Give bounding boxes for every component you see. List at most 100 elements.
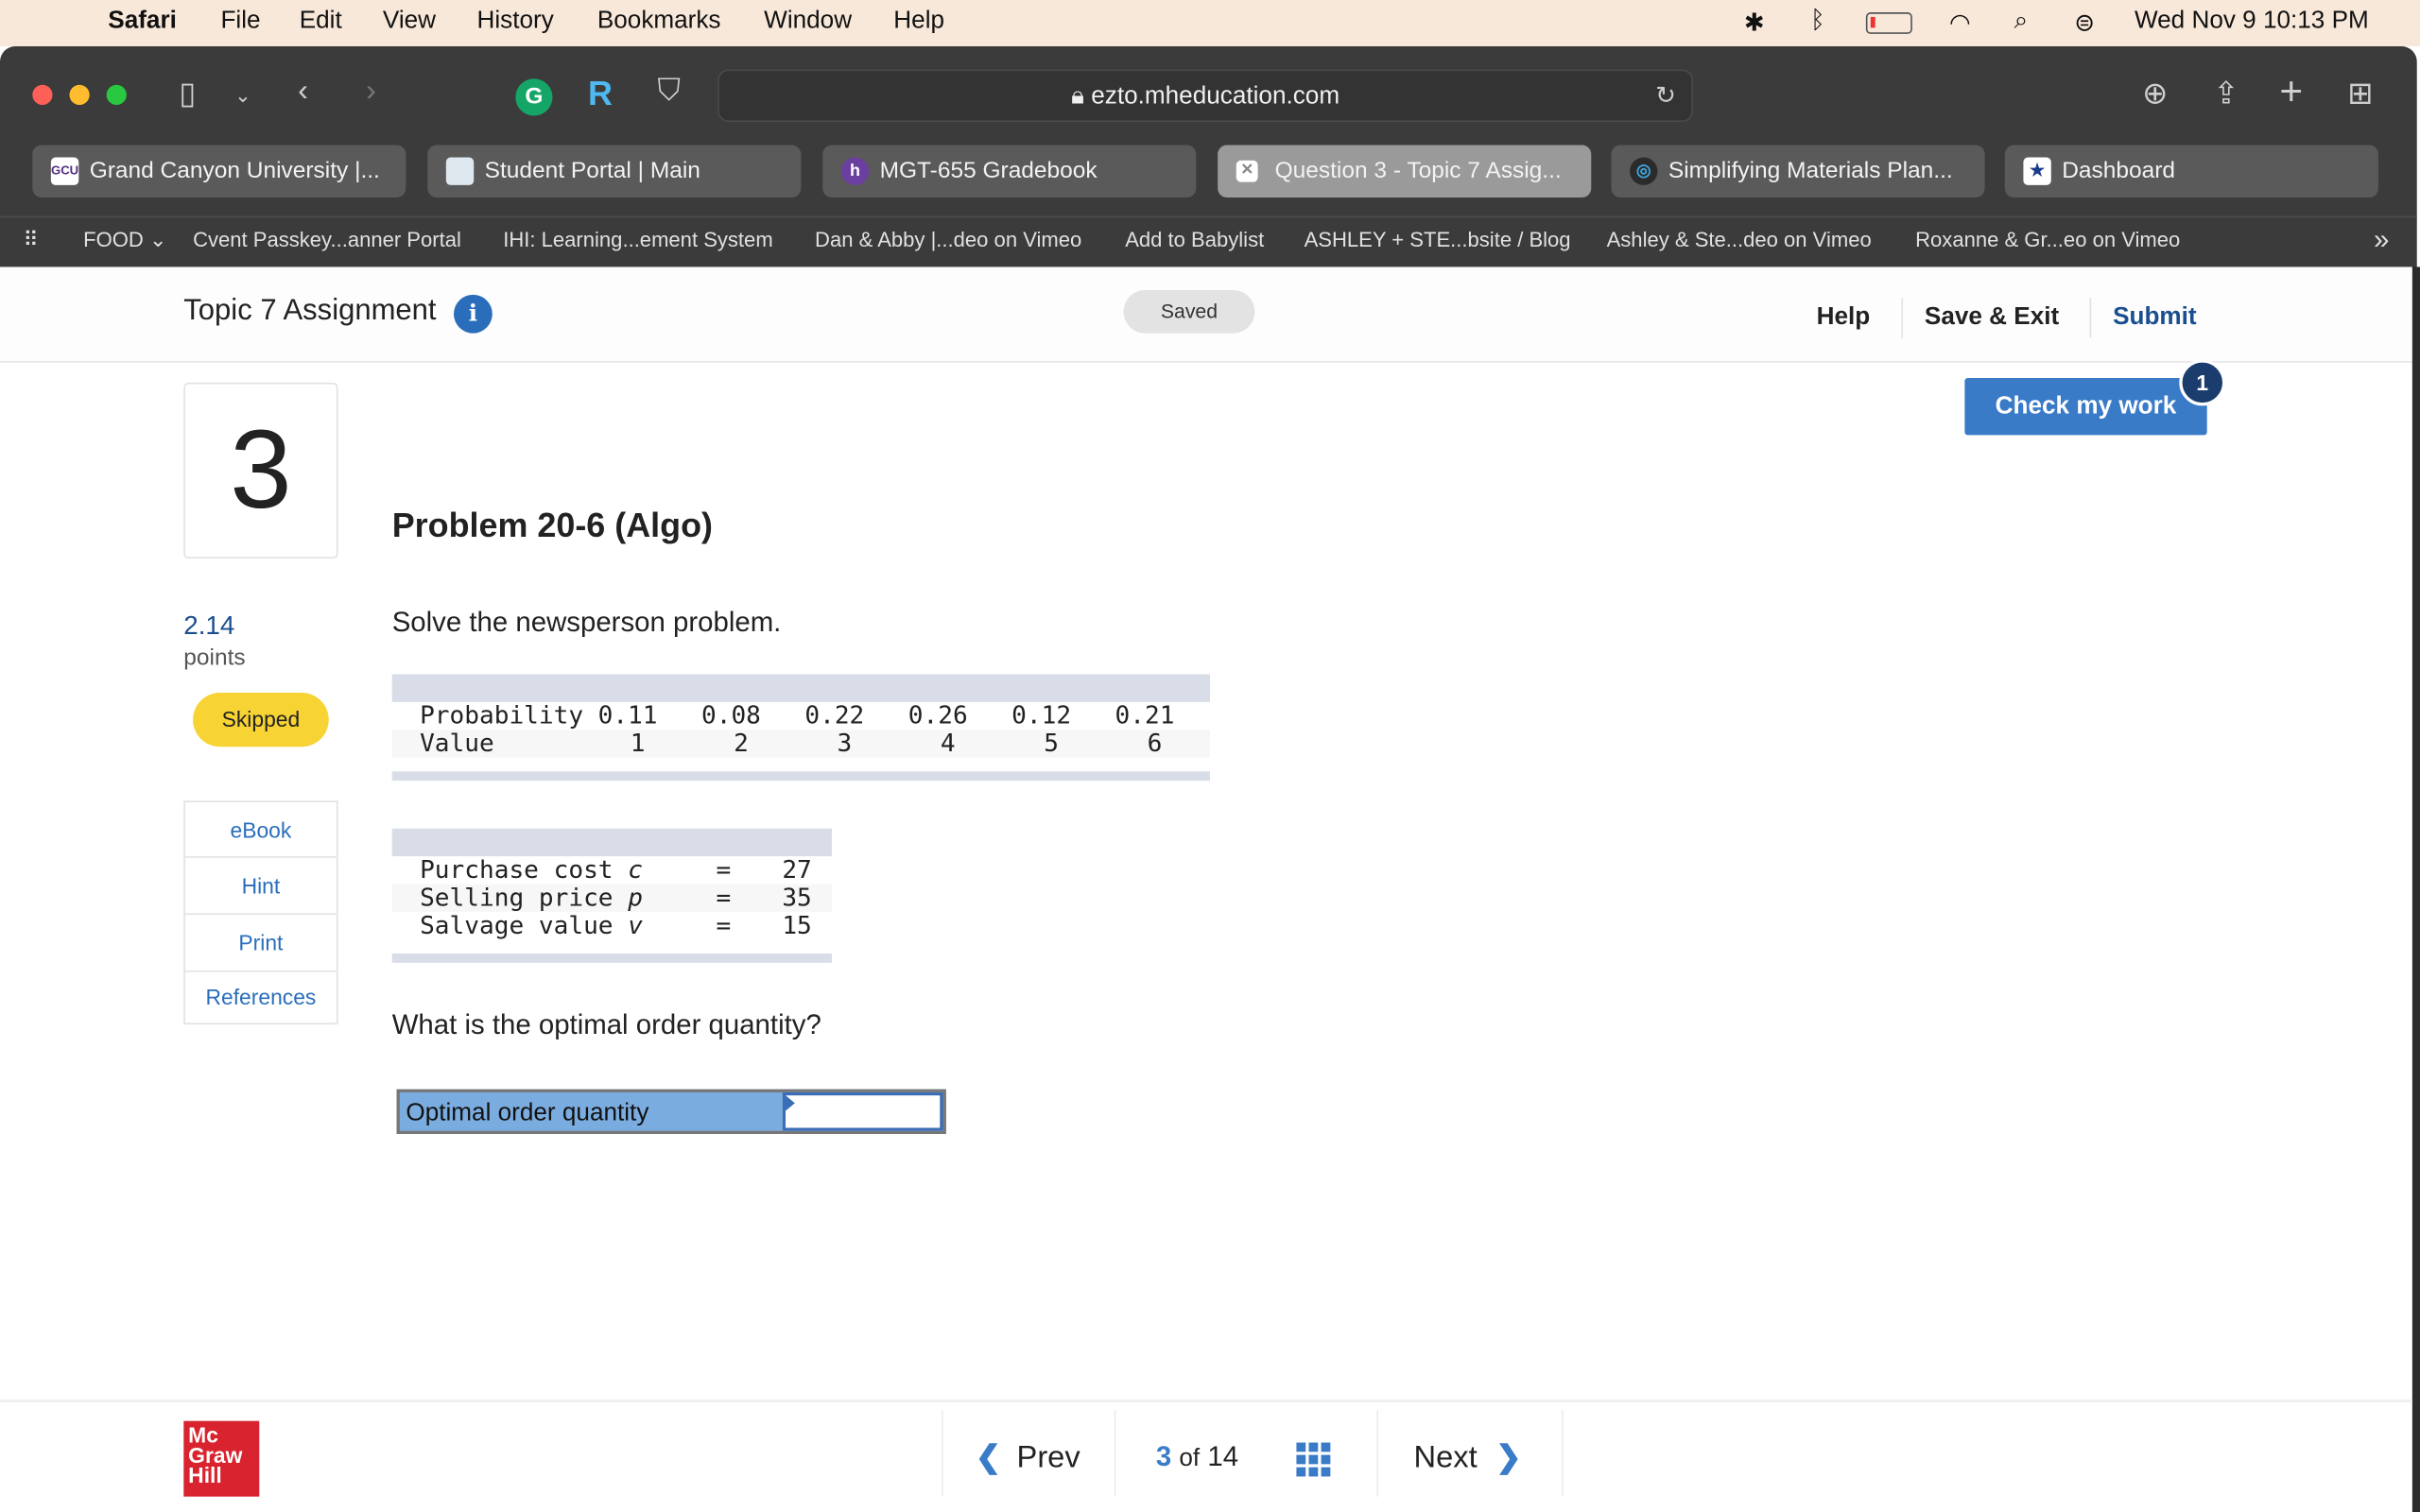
table-cell: 0.08 [700,700,761,730]
bookmark-food[interactable]: FOOD ⌄ [83,229,166,253]
tab-label: MGT-655 Gradebook [879,157,1098,184]
menu-edit[interactable]: Edit [300,8,342,35]
bluetooth-icon[interactable]: ᛒ [1810,8,1825,35]
table-row: Probability 0.11 0.08 0.22 0.26 0.12 0.21 [392,700,1210,730]
row-label: Probability [420,700,584,730]
share-icon[interactable]: ⇪ [2213,74,2238,112]
answer-label: Optimal order quantity [406,1100,649,1126]
lock-icon: 🔒︎ [1071,83,1092,110]
search-icon[interactable]: ⌕ [2014,8,2029,35]
question-grid-icon[interactable] [1296,1442,1331,1477]
tab-dashboard[interactable]: ★ Dashboard [2004,145,2378,198]
bookmark[interactable]: Add to Babylist [1125,229,1264,251]
chevron-down-icon[interactable]: ⌄ [234,83,251,108]
menu-history[interactable]: History [476,8,553,35]
simplifying-favicon-icon: ◎ [1630,157,1658,185]
table-row: Selling price p = 35 [391,882,832,912]
tab-label: Dashboard [2062,157,2176,184]
menu-help[interactable]: Help [893,8,944,35]
table-cell: 15 [782,910,812,940]
menu-bookmarks[interactable]: Bookmarks [597,8,721,35]
bookmark[interactable]: IHI: Learning...ement System [503,229,772,251]
portal-favicon-icon [445,157,475,185]
next-label: Next [1413,1440,1478,1475]
halo-favicon-icon: h [840,157,870,185]
bookmark[interactable]: Ashley & Ste...deo on Vimeo [1607,229,1872,251]
hint-button[interactable]: Hint [183,857,338,916]
reload-icon[interactable]: ↻ [1655,71,1676,124]
table-cell: 0.11 [597,700,658,730]
check-count-badge: 1 [2179,359,2226,406]
prev-button[interactable]: ❮ Prev [976,1438,1080,1477]
tab-gcu[interactable]: GCU Grand Canyon University |... [32,145,406,198]
submit-button[interactable]: Submit [2113,304,2197,332]
menu-bar: Safari File Edit View History Bookmarks … [0,0,2420,46]
chevron-right-icon: ❯ [1495,1440,1522,1475]
print-button[interactable]: Print [183,915,338,972]
question-text: What is the optimal order quantity? [391,1008,821,1040]
bookmark[interactable]: Dan & Abby |...deo on Vimeo [815,229,1081,251]
brightness-icon[interactable]: ✱ [1744,8,1765,39]
check-my-work-button[interactable]: Check my work [1964,377,2207,436]
clock[interactable]: Wed Nov 9 10:13 PM [2135,8,2369,35]
cost-table: Purchase cost c = 27 Selling price p = 35 Sa… [391,828,832,963]
tab-question-3[interactable]: ✕ Question 3 - Topic 7 Assig... [1218,145,1592,198]
wifi-icon[interactable]: ◠ [1949,8,1971,39]
mcgraw-hill-logo: Mc Graw Hill [183,1420,260,1497]
menu-app[interactable]: Safari [108,8,177,35]
problem-title: Problem 20-6 (Algo) [391,506,713,545]
bookmark[interactable]: Cvent Passkey...anner Portal [193,229,461,251]
table-cell: 0.22 [804,700,865,730]
tab-gradebook[interactable]: h MGT-655 Gradebook [822,145,1197,198]
row-label: Purchase cost c [420,854,643,885]
tab-student-portal[interactable]: Student Portal | Main [427,145,802,198]
url-text: ezto.mheducation.com [1091,83,1340,110]
screen: Safari File Edit View History Bookmarks … [0,0,2420,1512]
next-button[interactable]: Next ❯ [1414,1438,1522,1477]
shield-icon[interactable]: ⛉ [658,74,681,110]
bookmark[interactable]: Roxanne & Gr...eo on Vimeo [1915,229,2180,251]
row-label: Selling price p [420,882,643,912]
tab-overview-icon[interactable]: ⊞ [2347,74,2373,112]
bookmark[interactable]: ASHLEY + STE...bsite / Blog [1305,229,1571,251]
forward-icon[interactable]: › [366,74,376,110]
assignment-title: Topic 7 Assignment [183,294,437,328]
menu-view[interactable]: View [383,8,436,35]
zoom-window-button[interactable] [106,84,127,106]
battery-icon[interactable] [1865,12,1912,34]
menu-window[interactable]: Window [764,8,852,35]
close-window-button[interactable] [32,84,53,106]
new-tab-icon[interactable]: + [2279,68,2303,116]
tab-label: Student Portal | Main [484,157,700,184]
gcu-favicon-icon: GCU [50,157,79,185]
apps-grid-icon[interactable]: ⠿ [23,229,38,253]
equals: = [716,854,732,885]
tab-simplifying[interactable]: ◎ Simplifying Materials Plan... [1611,145,1985,198]
row-label: Value [420,728,494,758]
close-tab-icon[interactable]: ✕ [1236,160,1258,182]
assignment-header: Topic 7 Assignment i Saved Help Save & E… [0,266,2412,363]
help-button[interactable]: Help [1817,304,1871,332]
sidebar-icon[interactable]: ▯ [179,74,196,112]
references-button[interactable]: References [183,971,338,1025]
info-icon[interactable]: i [453,294,493,334]
ebook-button[interactable]: eBook [183,800,338,858]
equals: = [716,882,732,912]
address-bar[interactable]: 🔒︎ ezto.mheducation.com ↻ [717,69,1694,124]
downloads-icon[interactable]: ⊕ [2142,74,2168,112]
menu-file[interactable]: File [220,8,260,35]
minimize-window-button[interactable] [69,84,90,106]
control-center-icon[interactable]: ⊜ [2074,8,2095,39]
save-exit-button[interactable]: Save & Exit [1925,304,2059,332]
saved-status-badge: Saved [1123,289,1255,334]
problem-prompt: Solve the newsperson problem. [391,606,782,638]
skipped-status-badge: Skipped [193,693,329,747]
question-number: 3 [183,382,338,559]
optimal-order-quantity-input[interactable] [782,1091,943,1131]
more-bookmarks-icon[interactable]: » [2374,224,2389,256]
chevron-left-icon: ❮ [975,1440,1002,1475]
r-extension-icon[interactable]: R [588,74,613,113]
back-icon[interactable]: ‹ [298,74,308,110]
equals: = [716,910,732,940]
grammarly-extension-icon[interactable]: G [515,78,553,116]
